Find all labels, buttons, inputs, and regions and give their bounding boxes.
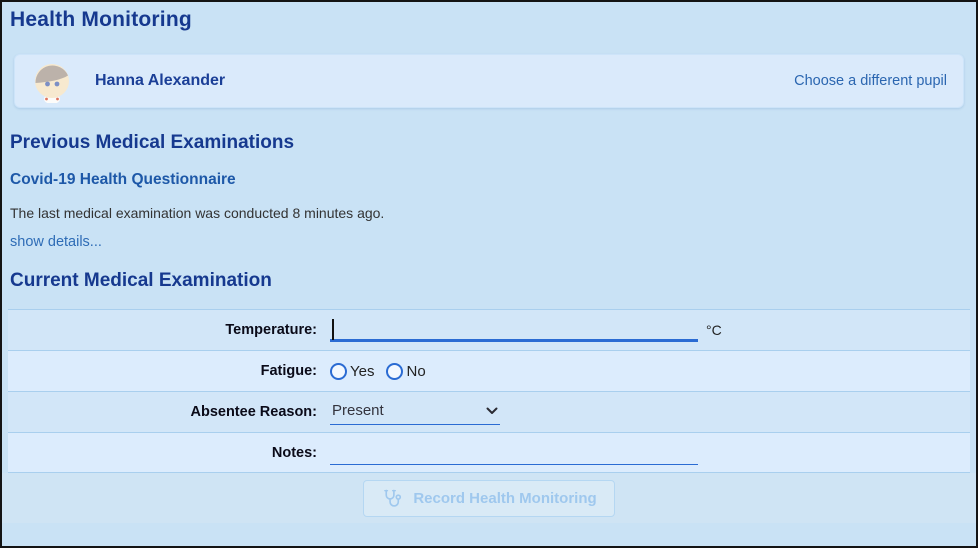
- previous-exams-heading: Previous Medical Examinations: [10, 132, 295, 153]
- radio-circle-icon[interactable]: [330, 362, 347, 380]
- chevron-down-icon: [486, 407, 498, 415]
- absentee-reason-select[interactable]: Present: [330, 399, 500, 425]
- page-title: Health Monitoring: [10, 8, 192, 31]
- notes-input[interactable]: [330, 440, 698, 465]
- radio-circle-icon[interactable]: [386, 362, 404, 380]
- pupil-card: Hanna Alexander Choose a different pupil: [14, 54, 964, 108]
- absentee-reason-label: Absentee Reason:: [190, 404, 317, 420]
- fatigue-no-radio[interactable]: No: [386, 362, 426, 380]
- temperature-label: Temperature:: [225, 322, 317, 338]
- notes-label: Notes:: [271, 444, 317, 461]
- pupil-name: Hanna Alexander: [95, 72, 226, 89]
- pupil-avatar-icon: [31, 59, 73, 104]
- temperature-row: Temperature: °C: [8, 309, 970, 350]
- current-exam-heading: Current Medical Examination: [10, 270, 272, 291]
- record-button-label: Record Health Monitoring: [413, 489, 597, 507]
- current-exam-form: Temperature: °C Fatigue: Yes No Absentee…: [8, 309, 970, 473]
- record-health-monitoring-button[interactable]: Record Health Monitoring: [363, 479, 615, 517]
- show-details-link[interactable]: show details...: [10, 234, 102, 250]
- temperature-input[interactable]: [330, 318, 698, 342]
- fatigue-label: Fatigue:: [260, 363, 317, 379]
- choose-different-pupil-link[interactable]: Choose a different pupil: [794, 73, 947, 89]
- fatigue-yes-radio[interactable]: Yes: [330, 362, 375, 380]
- notes-row: Notes:: [8, 432, 970, 473]
- absentee-reason-selected-value: Present: [332, 402, 384, 419]
- footer-bar: Record Health Monitoring: [2, 473, 976, 523]
- text-caret: [332, 319, 334, 340]
- stethoscope-icon: [381, 488, 402, 509]
- fatigue-no-label: No: [406, 362, 426, 380]
- absentee-reason-row: Absentee Reason: Present: [8, 391, 970, 432]
- exam-title: Covid-19 Health Questionnaire: [10, 171, 236, 188]
- exam-summary-text: The last medical examination was conduct…: [10, 205, 385, 221]
- fatigue-yes-label: Yes: [350, 362, 375, 380]
- fatigue-row: Fatigue: Yes No: [8, 350, 970, 391]
- temperature-unit: °C: [706, 322, 722, 338]
- health-monitoring-page: Health Monitoring Hanna Alexander Choose…: [0, 0, 978, 548]
